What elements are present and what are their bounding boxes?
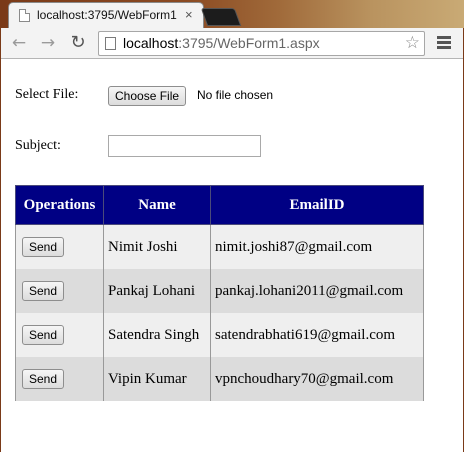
file-status-text: No file chosen <box>197 88 274 102</box>
send-button[interactable]: Send <box>22 369 65 389</box>
name-cell: Satendra Singh <box>103 313 211 357</box>
reload-icon[interactable]: ↻ <box>68 33 88 53</box>
select-file-label: Select File: <box>15 87 79 102</box>
send-button[interactable]: Send <box>22 281 65 301</box>
name-cell: Nimit Joshi <box>103 224 211 269</box>
operations-cell: Send <box>15 313 104 357</box>
table-header-row: Operations Name EmailID <box>15 185 424 225</box>
table-row: Send Satendra Singh satendrabhati619@gma… <box>15 313 424 357</box>
page-content: Select File: Choose File No file chosen … <box>0 59 464 452</box>
email-cell: satendrabhati619@gmail.com <box>210 313 424 357</box>
name-cell: Pankaj Lohani <box>103 269 211 313</box>
table-row: Send Pankaj Lohani pankaj.lohani2011@gma… <box>15 269 424 313</box>
url-text[interactable]: localhost:3795/WebForm1.aspx <box>123 35 320 51</box>
new-tab-button[interactable] <box>200 8 242 26</box>
table-row: Send Vipin Kumar vpnchoudhary70@gmail.co… <box>15 357 424 401</box>
table-row: Send Nimit Joshi nimit.joshi87@gmail.com <box>15 224 424 269</box>
send-button[interactable]: Send <box>22 325 65 345</box>
menu-icon[interactable] <box>437 36 451 50</box>
forward-arrow-icon[interactable]: → <box>38 33 58 53</box>
browser-toolbar: ← → ↻ localhost:3795/WebForm1.aspx ☆ <box>0 28 464 59</box>
header-operations: Operations <box>15 185 104 225</box>
page-icon <box>105 37 116 50</box>
operations-cell: Send <box>15 269 104 313</box>
address-bar[interactable]: localhost:3795/WebForm1.aspx ☆ <box>98 31 425 56</box>
operations-cell: Send <box>15 224 104 269</box>
email-cell: vpnchoudhary70@gmail.com <box>210 357 424 401</box>
name-cell: Vipin Kumar <box>103 357 211 401</box>
browser-tab[interactable]: localhost:3795/WebForm1 × <box>8 2 204 28</box>
close-tab-icon[interactable]: × <box>185 7 193 22</box>
operations-cell: Send <box>15 357 104 401</box>
subject-label: Subject: <box>15 138 61 153</box>
page-icon <box>19 9 30 22</box>
header-name: Name <box>103 185 211 225</box>
subject-input[interactable] <box>108 135 261 157</box>
browser-titlebar: localhost:3795/WebForm1 × <box>0 0 464 28</box>
email-cell: pankaj.lohani2011@gmail.com <box>210 269 424 313</box>
bookmark-star-icon[interactable]: ☆ <box>405 33 420 53</box>
tab-title: localhost:3795/WebForm1 <box>37 8 177 22</box>
header-emailid: EmailID <box>210 185 424 225</box>
users-table: Operations Name EmailID Send Nimit Joshi… <box>15 185 424 401</box>
back-arrow-icon[interactable]: ← <box>9 33 29 53</box>
send-button[interactable]: Send <box>22 237 65 257</box>
email-cell: nimit.joshi87@gmail.com <box>210 224 424 269</box>
choose-file-button[interactable]: Choose File <box>108 86 187 106</box>
